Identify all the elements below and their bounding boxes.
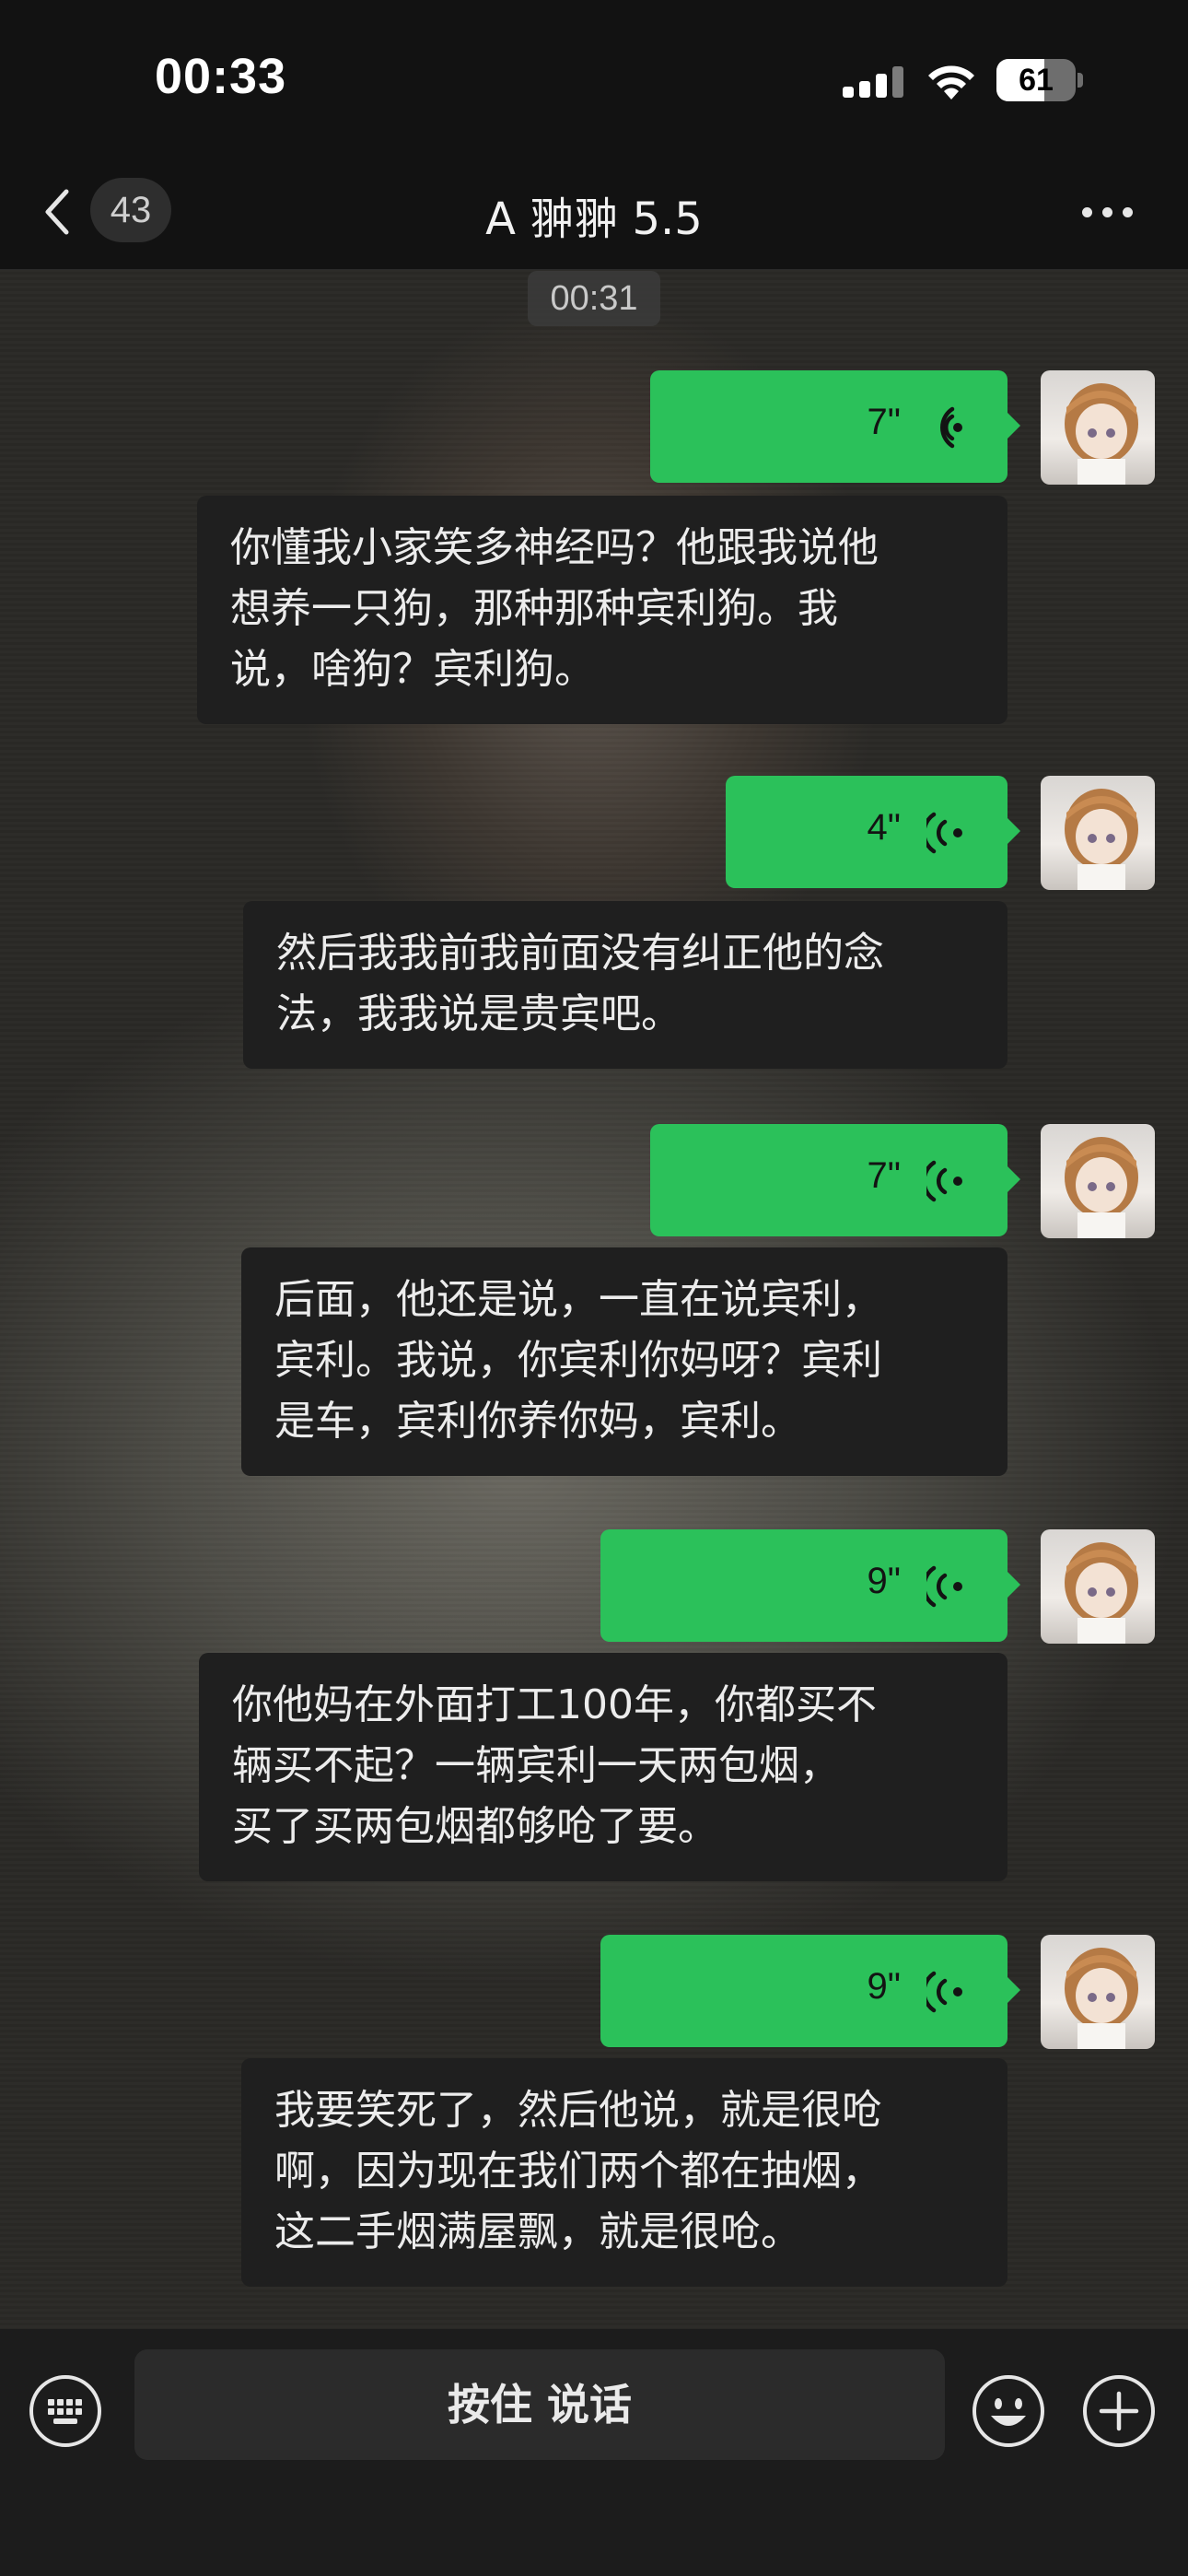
transcript-line: 你懂我小家笑多神经吗？他跟我说他 [230,524,879,571]
transcript-line: 啊，因为现在我们两个都在抽烟， [274,2148,882,2195]
message-timestamp: 00:31 [528,271,660,326]
voice-transcript: 你他妈在外面打工100年，你都买不 辆买不起？一辆宾利一天两包烟， 买了买两包烟… [199,1653,1007,1881]
voice-wave-icon [926,812,962,854]
battery-percent: 61 [1019,63,1054,98]
voice-transcript: 我要笑死了，然后他说，就是很呛 啊，因为现在我们两个都在抽烟， 这二手烟满屋飘，… [241,2058,1007,2287]
transcript-line: 宾利。我说，你宾利你妈呀？宾利 [274,1337,882,1384]
more-icon[interactable] [1082,205,1137,219]
plus-icon[interactable] [1081,2373,1157,2449]
voice-message-bubble[interactable]: 7" [650,1124,1020,1236]
input-bar: 按住 说话 [0,2329,1188,2576]
status-time: 00:33 [155,49,287,104]
transcript-line: 辆买不起？一辆宾利一天两包烟， [232,1742,840,1789]
transcript-line: 买了买两包烟都够呛了要。 [232,1803,718,1850]
status-bar: 00:33 61 [0,0,1188,157]
user-avatar[interactable] [1041,1935,1155,2049]
transcript-line: 想养一只狗，那种那种宾利狗。我 [230,585,838,632]
voice-wave-icon [926,1971,962,2013]
transcript-line: 是车，宾利你养你妈，宾利。 [274,1398,801,1445]
voice-transcript: 然后我我前我前面没有纠正他的念 法，我我说是贵宾吧。 [243,901,1007,1069]
user-avatar[interactable] [1041,1124,1155,1238]
emoji-icon[interactable] [971,2373,1046,2449]
hold-to-talk-button[interactable]: 按住 说话 [134,2349,945,2460]
user-avatar[interactable] [1041,1529,1155,1644]
chat-title: A 翀翀 5.5 [485,193,703,245]
voice-message-bubble[interactable]: 9" [600,1529,1020,1642]
transcript-line: 法，我我说是贵宾吧。 [276,990,681,1037]
voice-wave-icon [926,1565,962,1608]
transcript-line: 你他妈在外面打工100年，你都买不 [232,1681,877,1728]
cellular-signal-icon [843,64,903,98]
voice-duration: 9" [867,1966,901,2007]
message-list[interactable]: 00:31 7" 你懂我小家笑多神经吗？他跟我说他 想养一只狗，那种那种宾利狗。… [0,269,1188,2329]
wifi-icon [928,65,974,100]
battery-icon: 61 [996,59,1083,101]
voice-message-bubble[interactable]: 7" [650,370,1020,483]
transcript-line: 说，啥狗？宾利狗。 [230,646,595,693]
voice-transcript: 你懂我小家笑多神经吗？他跟我说他 想养一只狗，那种那种宾利狗。我 说，啥狗？宾利… [197,496,1007,724]
voice-duration: 7" [867,402,901,442]
voice-transcript: 后面，他还是说，一直在说宾利， 宾利。我说，你宾利你妈呀？宾利 是车，宾利你养你… [241,1247,1007,1476]
transcript-line: 这二手烟满屋飘，就是很呛。 [274,2208,801,2255]
voice-wave-icon [926,1160,962,1202]
user-avatar[interactable] [1041,776,1155,890]
voice-message-bubble[interactable]: 4" [726,776,1020,888]
transcript-line: 然后我我前我前面没有纠正他的念 [276,930,884,977]
chat-header: 43 A 翀翀 5.5 [0,157,1188,270]
voice-wave-icon [940,406,962,449]
transcript-line: 后面，他还是说，一直在说宾利， [274,1276,882,1323]
voice-duration: 4" [867,807,901,848]
voice-message-bubble[interactable]: 9" [600,1935,1020,2047]
user-avatar[interactable] [1041,370,1155,485]
voice-duration: 9" [867,1561,901,1601]
keyboard-icon[interactable] [28,2373,103,2449]
voice-duration: 7" [867,1155,901,1196]
transcript-line: 我要笑死了，然后他说，就是很呛 [274,2087,882,2134]
